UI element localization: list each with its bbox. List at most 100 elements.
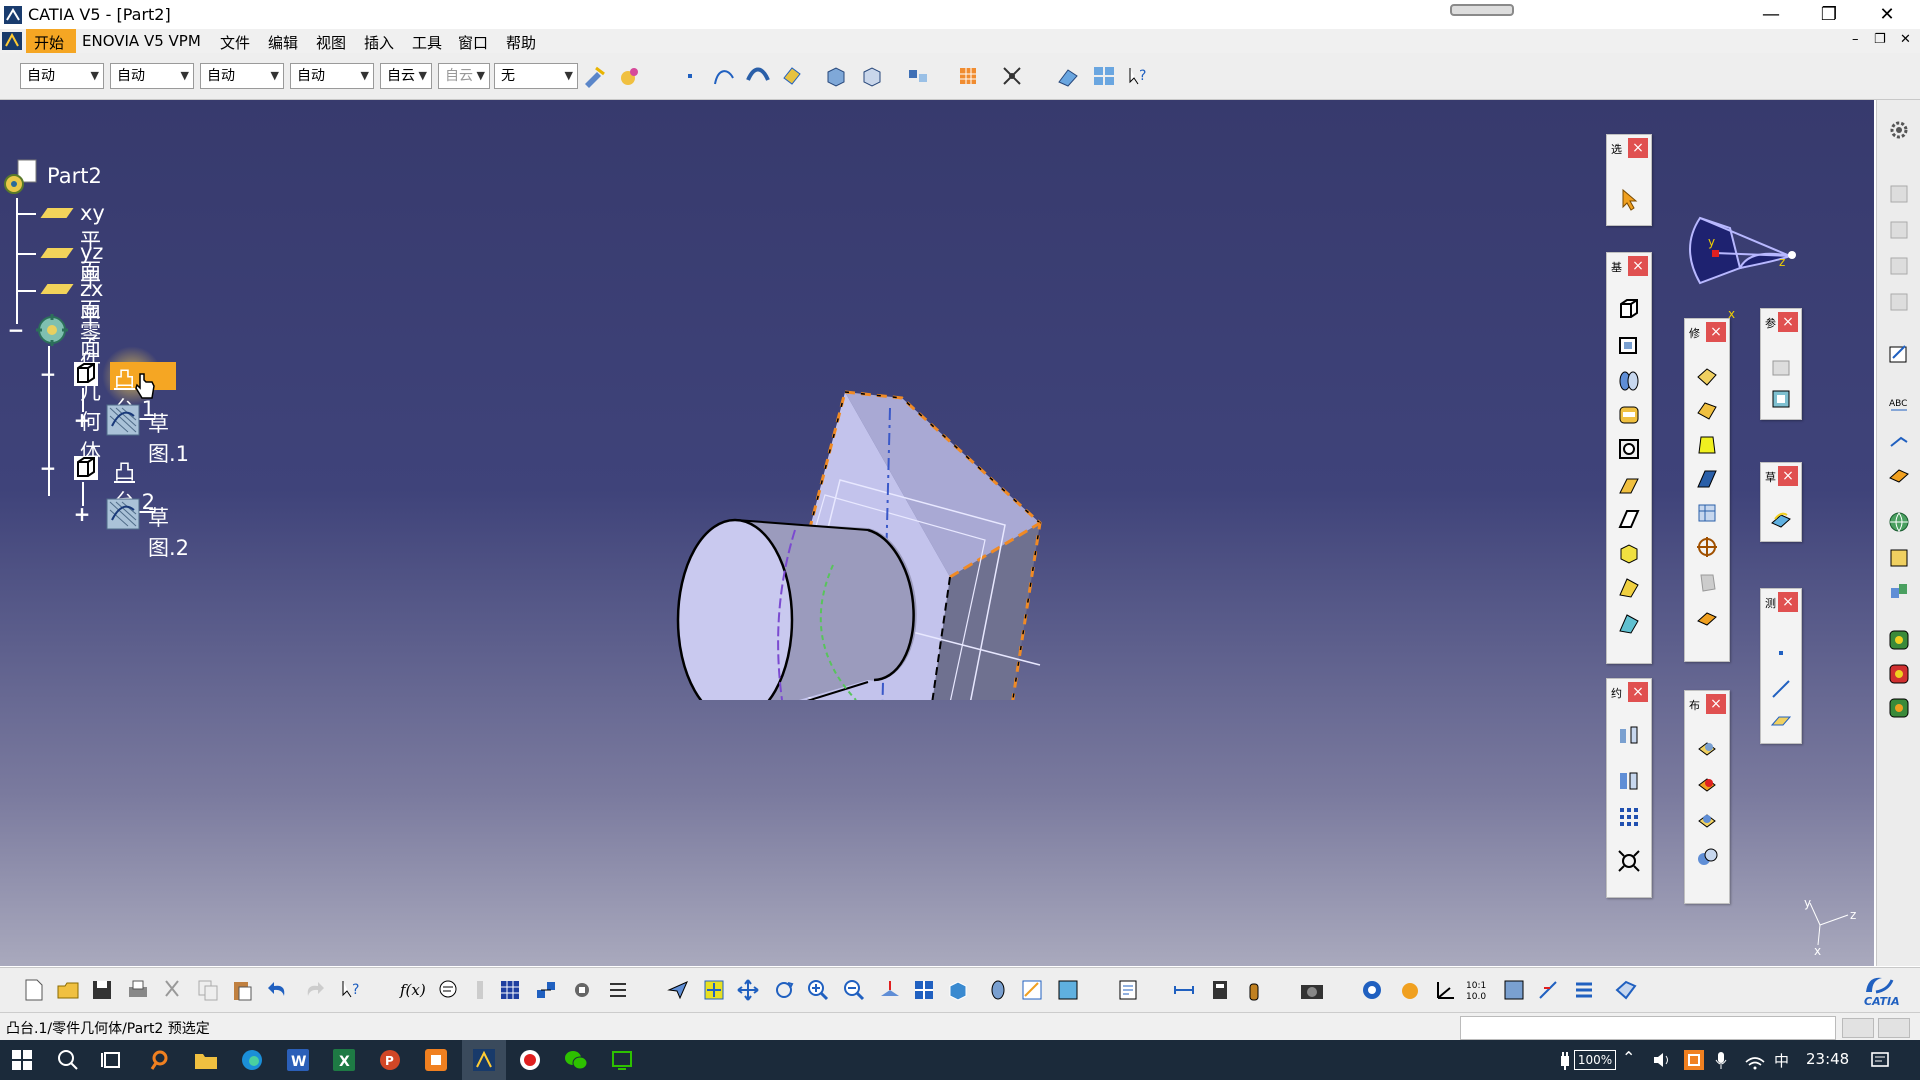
multi-view-icon[interactable] [1090,62,1118,90]
notification-icon[interactable] [1870,1050,1890,1074]
remove-face-icon[interactable] [1693,569,1721,597]
view-iso-icon[interactable] [858,62,886,90]
fly-mode-icon[interactable] [664,976,692,1004]
formula-icon[interactable] [1885,626,1913,654]
intersect-icon[interactable] [1693,843,1721,871]
sketch-tree-icon[interactable] [106,404,140,436]
edge-browser-icon[interactable] [238,1046,266,1074]
task-view-icon[interactable] [98,1046,126,1074]
sketch-tree-icon[interactable] [106,498,140,530]
close-icon[interactable]: × [1778,312,1798,332]
spec-tool-icon[interactable] [1885,288,1913,316]
loft-tool-icon[interactable] [1615,573,1643,601]
plane-create-icon[interactable] [1767,707,1795,735]
xy-plane-icon[interactable] [40,208,74,218]
measure-inertia-icon[interactable] [1240,976,1268,1004]
axis-system-icon[interactable] [1430,976,1458,1004]
snap-icon[interactable] [1500,976,1528,1004]
comment-icon[interactable] [434,976,462,1004]
fillet-icon[interactable] [1693,363,1721,391]
wechat-icon[interactable] [562,1046,590,1074]
compass-icon[interactable] [998,62,1026,90]
menu-enovia[interactable]: ENOVIA V5 VPM [82,32,201,50]
close-icon[interactable]: × [1628,138,1648,158]
menu-tools[interactable]: 工具 [412,32,442,53]
doc-close-button[interactable]: ✕ [1900,32,1911,47]
point-icon[interactable] [676,62,704,90]
knowledge-icon[interactable] [1885,578,1913,606]
clock[interactable]: 23:48 [1806,1050,1849,1068]
ime-indicator[interactable]: 中 [1774,1050,1789,1071]
search-icon[interactable] [54,1046,82,1074]
box-icon[interactable] [1612,976,1640,1004]
material-icon[interactable] [616,62,644,90]
line-tool-icon[interactable] [1767,675,1795,703]
close-icon[interactable]: × [1706,694,1726,714]
menu-insert[interactable]: 插入 [364,32,394,53]
pad-icon[interactable] [72,454,100,482]
paste-icon[interactable] [228,976,256,1004]
chamfer-icon[interactable] [1693,397,1721,425]
gear-icon[interactable] [1885,116,1913,144]
layers-icon[interactable] [1570,976,1598,1004]
layer-filter-combo[interactable]: 无 ▼ [494,63,578,89]
check-icon[interactable] [1885,694,1913,722]
search-app-icon[interactable] [146,1046,174,1074]
compass-handle[interactable] [1788,251,1796,259]
record-icon[interactable] [516,1046,544,1074]
catia-taskbar-icon[interactable] [470,1046,498,1074]
file-explorer-icon[interactable] [192,1046,220,1074]
3d-viewport[interactable]: Part2 xy 平面 yz 平面 zx 平面 − 零件几何体 − 凸台.1 +… [0,100,1874,966]
spec-tool-icon[interactable] [1885,216,1913,244]
undo-icon[interactable] [264,976,292,1004]
close-button[interactable]: ✕ [1864,0,1910,29]
rotate-icon[interactable] [770,976,798,1004]
measure-between-icon[interactable] [1170,976,1198,1004]
analysis-icon[interactable] [1767,385,1795,413]
spec-tool-icon[interactable] [1885,252,1913,280]
add-icon[interactable] [1693,771,1721,799]
rib-tool-icon[interactable] [1615,471,1643,499]
manipulate-hand-icon[interactable] [1396,976,1424,1004]
hole-tool-icon[interactable] [1615,435,1643,463]
sheet-metal-icon[interactable] [1885,460,1913,488]
expand-icon[interactable]: + [72,410,92,430]
formula-fx-icon[interactable]: f(x) [398,976,426,1004]
catalog-icon[interactable] [1885,544,1913,572]
status-button[interactable] [1842,1018,1874,1038]
excel-icon[interactable]: X [330,1046,358,1074]
tree-root-part2[interactable]: Part2 [47,164,102,188]
powerpoint-icon[interactable]: P [376,1046,404,1074]
close-icon[interactable]: × [1778,466,1798,486]
doc-restore-button[interactable]: ❐ [1874,32,1886,47]
zoom-in-icon[interactable] [804,976,832,1004]
ime-app-icon[interactable] [1684,1050,1704,1070]
pan-icon[interactable] [734,976,762,1004]
remove-loft-icon[interactable] [1615,609,1643,637]
sketcher-icon[interactable] [1767,505,1795,533]
battery-indicator[interactable]: 100% [1574,1050,1616,1070]
fit-all-icon[interactable] [700,976,728,1004]
design-table-icon[interactable] [532,976,560,1004]
text-annotation-icon[interactable]: ABC [1885,390,1913,418]
camera-icon[interactable] [1298,976,1326,1004]
expand-icon[interactable]: + [72,504,92,524]
close-icon[interactable]: × [1706,322,1726,342]
rule-icon[interactable] [1885,660,1913,688]
chevron-up-icon[interactable]: ⌃ [1622,1048,1635,1067]
menu-help[interactable]: 帮助 [506,32,536,53]
collapse-icon[interactable]: − [6,318,26,342]
point-type-combo[interactable]: 自动 ▼ [290,63,374,89]
multi-view-icon[interactable] [910,976,938,1004]
save-icon[interactable] [88,976,116,1004]
whats-this-icon[interactable]: ? [1124,62,1152,90]
grid-icon[interactable] [954,62,982,90]
measure-item-icon[interactable] [1206,976,1234,1004]
iso-view-icon[interactable] [944,976,972,1004]
green-app-icon[interactable] [608,1046,636,1074]
part-icon[interactable] [2,158,42,198]
help-icon[interactable]: ? [338,976,366,1004]
swap-view-icon[interactable] [1358,976,1386,1004]
tree-sketch2[interactable]: 草图.2 [148,502,189,562]
restore-button[interactable]: ❐ [1806,0,1852,29]
